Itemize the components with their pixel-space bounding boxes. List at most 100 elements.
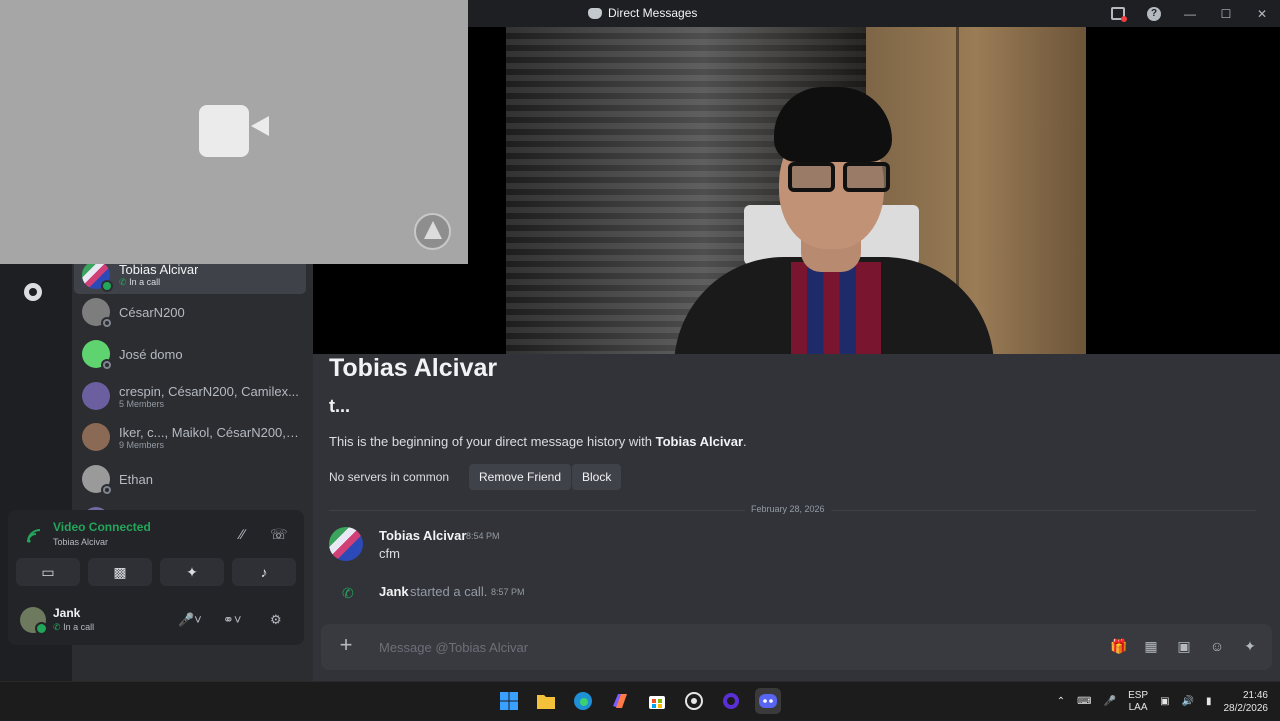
dm-name: Ethan xyxy=(119,471,153,487)
mute-microphone-button[interactable]: 🎤˅ xyxy=(178,612,202,628)
dm-item-cesarn200[interactable]: CésarN200 xyxy=(74,293,306,331)
avatar xyxy=(82,261,113,292)
clock-date: 28/2/2026 xyxy=(1223,702,1269,714)
dm-name: José domo xyxy=(119,346,183,362)
intro-name: Tobias Alcivar xyxy=(655,434,744,449)
dm-item-group-iker[interactable]: Iker, c..., Maikol, CésarN200, ... 9 Mem… xyxy=(74,418,306,456)
message-author[interactable]: Tobias Alcivar xyxy=(379,528,466,543)
screen-share-icon: ▩ xyxy=(113,563,127,580)
voice-status[interactable]: Video Connected xyxy=(53,520,151,534)
user-name[interactable]: Jank xyxy=(53,606,80,620)
inbox-icon xyxy=(1111,7,1127,22)
dm-name: Tobias Alcivar xyxy=(119,262,199,277)
file-explorer-icon[interactable] xyxy=(533,688,559,714)
language-indicator[interactable]: ESP LAA xyxy=(1128,690,1148,714)
disconnect-icon[interactable]: ☏ xyxy=(270,526,288,543)
date-divider-label: February 28, 2026 xyxy=(745,504,831,514)
composer-tools: 🎁 ▦ ▣ ☺ ✦ xyxy=(1110,638,1258,654)
dm-name: CésarN200 xyxy=(119,304,185,320)
signal-icon[interactable] xyxy=(26,528,42,544)
chevron-up-icon[interactable]: ⌃ xyxy=(1057,696,1065,707)
discord-logo-icon xyxy=(588,7,602,19)
soundboard-icon: ♪ xyxy=(260,564,268,580)
message-input[interactable]: Message @Tobias Alcivar xyxy=(379,640,528,655)
keyboard-icon[interactable]: ⌨ xyxy=(1077,696,1091,707)
avatar xyxy=(82,298,113,329)
help-button[interactable]: ? xyxy=(1136,0,1172,27)
battery-icon[interactable]: ▮ xyxy=(1206,696,1212,707)
apps-icon[interactable]: ✦ xyxy=(1242,638,1258,654)
edge-icon[interactable] xyxy=(570,688,596,714)
remote-video-feed[interactable] xyxy=(506,27,1086,354)
status-offline-icon xyxy=(101,317,113,329)
deafen-button[interactable]: ⚭˅ xyxy=(223,612,241,628)
discord-taskbar-icon[interactable] xyxy=(755,688,781,714)
intro-suffix: . xyxy=(743,434,747,449)
store-icon[interactable] xyxy=(644,688,670,714)
title-bar-controls: ? — ☐ ✕ xyxy=(1100,0,1280,27)
minimize-button[interactable]: — xyxy=(1172,0,1208,27)
obs-icon[interactable] xyxy=(681,688,707,714)
dm-name: crespin, CésarN200, Camilex... xyxy=(119,383,299,399)
maximize-button[interactable]: ☐ xyxy=(1208,0,1244,27)
sticker-icon[interactable]: ▣ xyxy=(1176,638,1192,654)
message-composer: + Message @Tobias Alcivar 🎁 ▦ ▣ ☺ ✦ xyxy=(321,624,1272,670)
voice-channel[interactable]: Tobias Alcivar xyxy=(53,537,108,547)
window-title-text: Direct Messages xyxy=(608,6,698,20)
status-online-icon xyxy=(101,280,113,292)
camera-off-icon xyxy=(199,105,249,157)
activities-button[interactable]: ✦ xyxy=(160,558,224,586)
phone-icon: ✆ xyxy=(119,277,127,287)
phone-icon: ✆ xyxy=(53,622,61,632)
app-circle-icon[interactable] xyxy=(718,688,744,714)
remove-friend-button[interactable]: Remove Friend xyxy=(469,464,572,490)
voice-action-buttons: ▭ ▩ ✦ ♪ xyxy=(16,558,296,586)
clock[interactable]: 21:46 28/2/2026 xyxy=(1224,689,1269,715)
system-message-author[interactable]: Jank xyxy=(379,584,409,599)
clock-time: 21:46 xyxy=(1242,689,1268,701)
person-glasses xyxy=(788,162,890,192)
soundboard-button[interactable]: ♪ xyxy=(232,558,296,586)
close-button[interactable]: ✕ xyxy=(1244,0,1280,27)
gif-icon[interactable]: ▦ xyxy=(1143,638,1159,654)
screen-share-button[interactable]: ▩ xyxy=(88,558,152,586)
user-avatar[interactable] xyxy=(20,607,48,635)
call-started-icon: ✆ xyxy=(342,585,354,601)
windows-taskbar: ⌃ ⌨ 🎤 ESP LAA ▣ 🔊 ▮ 21:46 28/2/2026 xyxy=(0,681,1280,720)
status-offline-icon xyxy=(101,359,113,371)
status-offline-icon xyxy=(101,484,113,496)
avatar xyxy=(82,340,113,371)
lang-bottom: LAA xyxy=(1128,701,1148,713)
inbox-button[interactable] xyxy=(1100,0,1136,27)
avatar-badge-icon xyxy=(414,213,451,250)
emoji-icon[interactable]: ☺ xyxy=(1209,638,1225,654)
message-body: cfm xyxy=(379,546,400,561)
intro-prefix: This is the beginning of your direct mes… xyxy=(329,434,656,449)
dm-item-group-crespin[interactable]: crespin, CésarN200, Camilex... 5 Members xyxy=(74,377,306,415)
camera-lens-icon xyxy=(251,116,269,136)
noise-suppression-icon[interactable]: ∕∕ xyxy=(240,526,245,542)
user-status: ✆ In a call xyxy=(53,622,94,633)
user-panel: Jank ✆ In a call 🎤˅ ⚭˅ ⚙ xyxy=(8,595,304,645)
local-video-preview[interactable] xyxy=(0,0,468,264)
dm-intro: This is the beginning of your direct mes… xyxy=(329,434,747,449)
system-tray: ⌃ ⌨ 🎤 ESP LAA ▣ 🔊 ▮ 21:46 28/2/2026 xyxy=(1051,682,1280,721)
copilot-icon[interactable] xyxy=(607,688,633,714)
dm-item-ethan[interactable]: Ethan xyxy=(74,460,306,498)
start-icon[interactable] xyxy=(496,688,522,714)
user-settings-button[interactable]: ⚙ xyxy=(270,612,282,628)
volume-icon[interactable]: 🔊 xyxy=(1182,696,1194,707)
message-avatar[interactable] xyxy=(329,527,363,561)
network-icon[interactable]: ▣ xyxy=(1160,696,1169,707)
dm-item-jose-domo[interactable]: José domo xyxy=(74,335,306,373)
help-icon: ? xyxy=(1147,6,1161,21)
dm-name: Iker, c..., Maikol, CésarN200, ... xyxy=(119,424,299,440)
add-attachment-button[interactable]: + xyxy=(337,634,355,656)
block-button[interactable]: Block xyxy=(572,464,622,490)
camera-off-button[interactable]: ▭ xyxy=(16,558,80,586)
microphone-icon[interactable]: 🎤 xyxy=(1104,696,1116,707)
discover-icon[interactable] xyxy=(24,283,42,301)
person-shirt xyxy=(791,262,881,354)
dm-sub: 9 Members xyxy=(119,439,165,450)
gift-icon[interactable]: 🎁 xyxy=(1110,638,1127,654)
